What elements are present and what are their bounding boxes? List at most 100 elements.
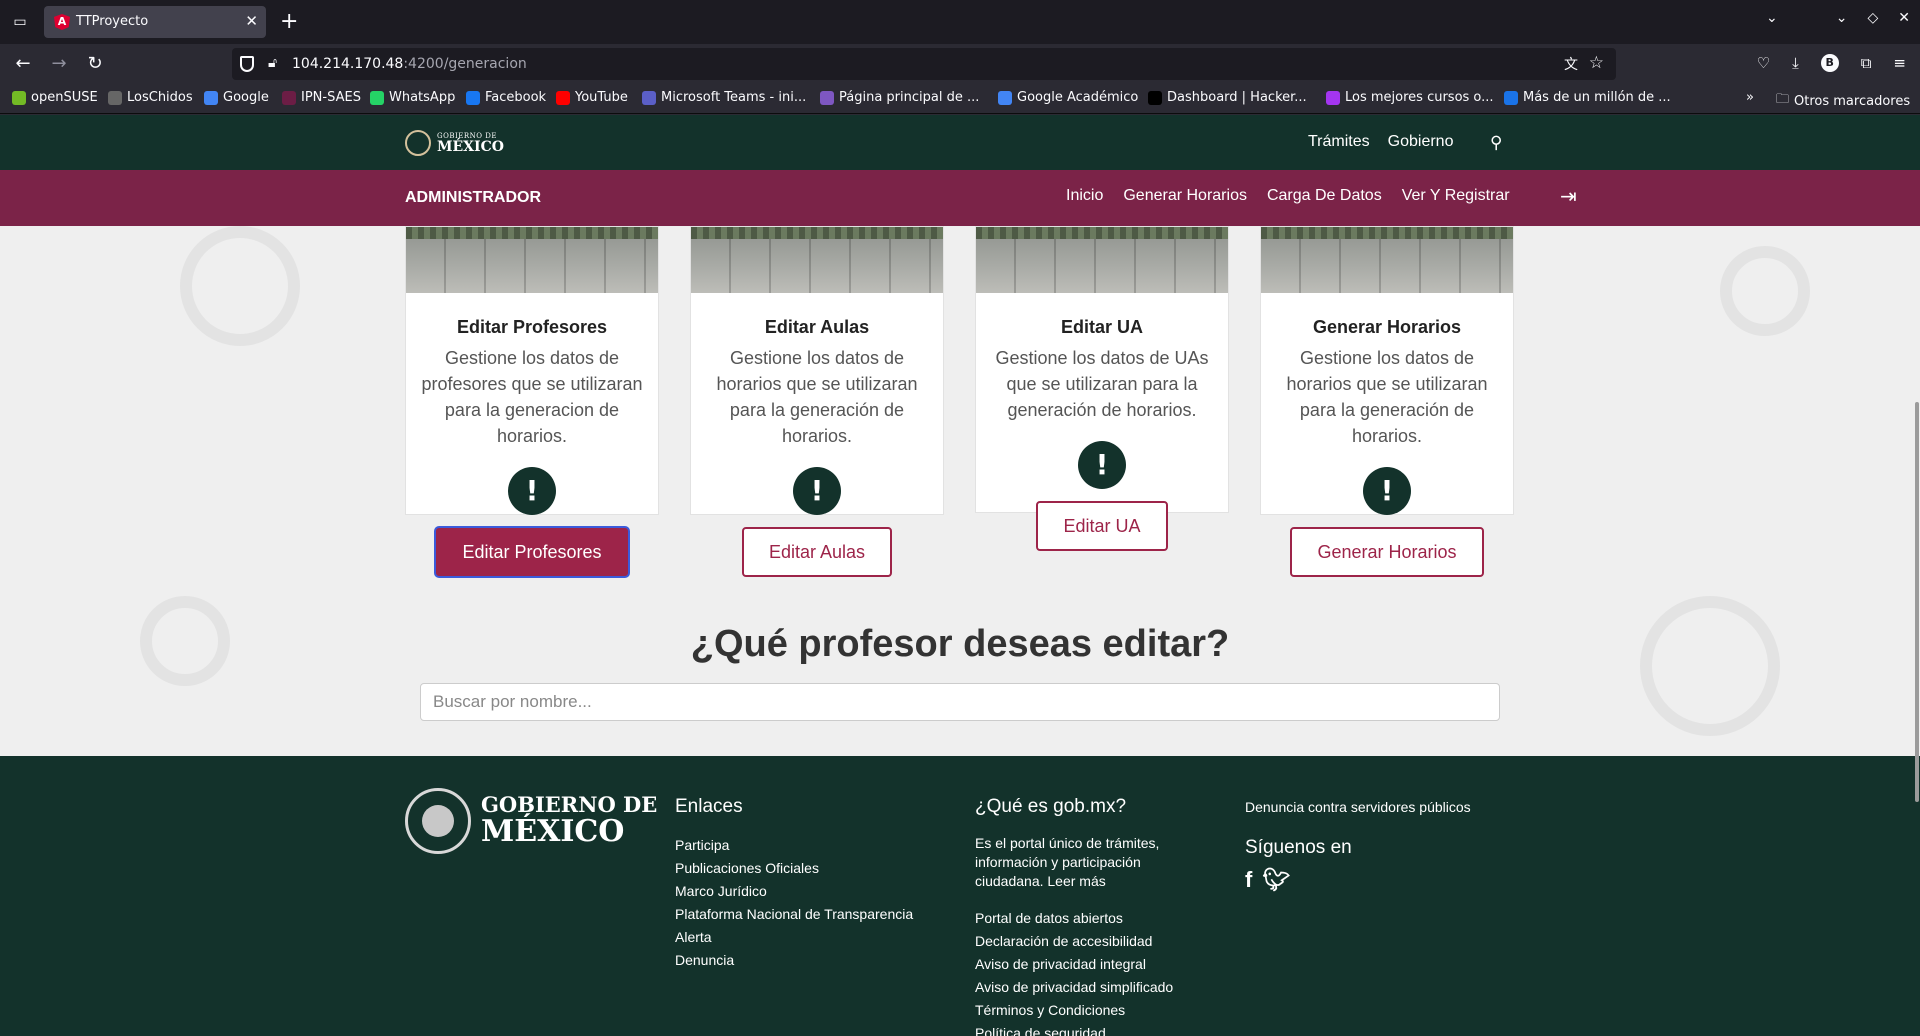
bookmark-favicon-icon — [642, 90, 656, 105]
tab-overflow-chevron-icon[interactable]: ⌄ — [1766, 10, 1778, 26]
footer-link[interactable]: Participa — [675, 834, 913, 857]
scrollbar-thumb[interactable] — [1915, 402, 1919, 802]
footer-link[interactable]: Política de seguridad — [975, 1022, 1195, 1036]
browser-tab-bar: ▭ A TTProyecto ✕ + ⌄ ⌄ ◇ ✕ — [0, 0, 1920, 44]
bookmark-label: Dashboard | Hacker... — [1167, 90, 1307, 105]
reload-icon[interactable]: ↻ — [84, 53, 106, 75]
footer-link[interactable]: Términos y Condiciones — [975, 999, 1195, 1022]
logout-icon[interactable]: ⇥ — [1560, 184, 1577, 208]
bookmark-favicon-icon — [370, 90, 384, 105]
admin-nav: Inicio Generar Horarios Carga De Datos V… — [1066, 187, 1510, 205]
exclamation-icon: ! — [508, 467, 556, 515]
nav-generar-horarios[interactable]: Generar Horarios — [1123, 187, 1247, 205]
bookmark-favicon-icon — [204, 90, 218, 105]
extensions-icon[interactable]: ⧉ — [1861, 54, 1872, 72]
bookmark-label: Más de un millón de ... — [1523, 90, 1671, 105]
close-tab-icon[interactable]: ✕ — [245, 12, 258, 30]
page-scrollbar[interactable] — [1912, 115, 1920, 1036]
new-tab-icon[interactable]: + — [280, 8, 298, 36]
bookmark-item[interactable]: Microsoft Teams - ini... — [642, 90, 806, 105]
tab-list-icon[interactable]: ▭ — [10, 12, 30, 32]
translate-icon[interactable]: 文 — [1564, 54, 1578, 74]
card-image — [691, 227, 943, 293]
facebook-icon[interactable]: f — [1245, 867, 1252, 893]
footer-link[interactable]: Declaración de accesibilidad — [975, 930, 1195, 953]
nav-tramites[interactable]: Trámites — [1308, 133, 1370, 151]
nav-gobierno[interactable]: Gobierno — [1388, 133, 1454, 151]
bookmark-item[interactable]: Facebook — [466, 90, 546, 105]
search-professor-input[interactable] — [420, 683, 1500, 721]
downloads-icon[interactable]: ⤓ — [1792, 54, 1799, 72]
account-avatar-icon[interactable]: B — [1820, 54, 1839, 72]
bookmark-favicon-icon — [556, 90, 570, 105]
footer-link[interactable]: Publicaciones Oficiales — [675, 857, 913, 880]
bookmark-item[interactable]: Google Académico — [998, 90, 1138, 105]
footer-link[interactable]: Aviso de privacidad simplificado — [975, 976, 1195, 999]
card-title: Generar Horarios — [1312, 317, 1462, 337]
bookmark-label: LosChidos — [127, 90, 193, 105]
bookmark-item[interactable]: Más de un millón de ... — [1504, 90, 1671, 105]
forward-arrow-icon[interactable]: → — [48, 53, 70, 75]
pocket-icon[interactable]: ♡ — [1757, 54, 1770, 72]
card-image — [976, 227, 1228, 293]
bookmark-item[interactable]: Dashboard | Hacker... — [1148, 90, 1307, 105]
bookmark-item[interactable]: Página principal de ... — [820, 90, 979, 105]
footer-link[interactable]: Denuncia — [675, 949, 913, 972]
menu-icon[interactable]: ≡ — [1893, 54, 1906, 72]
bookmark-favicon-icon — [282, 90, 296, 105]
card-text: Gestione los datos de profesores que se … — [421, 348, 643, 446]
nav-inicio[interactable]: Inicio — [1066, 187, 1103, 205]
card-text: Gestione los datos de horarios que se ut… — [716, 348, 918, 446]
footer-denuncia-link[interactable]: Denuncia contra servidores públicos — [1245, 796, 1471, 819]
admin-bar: ADMINISTRADOR Inicio Generar Horarios Ca… — [0, 170, 1920, 226]
bookmark-label: WhatsApp — [389, 90, 456, 105]
editar-ua-button[interactable]: Editar UA — [1036, 501, 1168, 551]
editar-aulas-button[interactable]: Editar Aulas — [741, 527, 893, 577]
nav-ver-y-registrar[interactable]: Ver Y Registrar — [1402, 187, 1510, 205]
close-window-icon[interactable]: ✕ — [1898, 10, 1910, 26]
bookmark-item[interactable]: IPN-SAES — [282, 90, 361, 105]
footer-link[interactable]: Portal de datos abiertos — [975, 907, 1195, 930]
search-icon[interactable]: ⚲ — [1490, 133, 1502, 153]
minimize-icon[interactable]: ⌄ — [1836, 10, 1848, 26]
footer-que-es-title: ¿Qué es gob.mx? — [975, 796, 1127, 817]
bookmark-star-icon[interactable]: ☆ — [1589, 53, 1604, 73]
card-generar-horarios: Generar Horarios Gestione los datos de h… — [1260, 226, 1514, 577]
bookmark-item[interactable]: WhatsApp — [370, 90, 455, 105]
bookmark-item[interactable]: YouTube — [556, 90, 628, 105]
bookmark-item[interactable]: Los mejores cursos o... — [1326, 90, 1494, 105]
footer-link[interactable]: Alerta — [675, 926, 913, 949]
admin-title[interactable]: ADMINISTRADOR — [405, 189, 541, 207]
bookmark-item[interactable]: LosChidos — [108, 90, 193, 105]
editar-profesores-button[interactable]: Editar Profesores — [434, 526, 630, 578]
footer-link[interactable]: Plataforma Nacional de Transparencia — [675, 903, 913, 926]
url-host: 104.214.170.48 — [292, 56, 404, 72]
bookmark-label: Microsoft Teams - ini... — [661, 90, 807, 105]
footer-que-es: ¿Qué es gob.mx? Es el portal único de tr… — [975, 796, 1195, 1036]
card-title: Editar Profesores — [456, 317, 608, 337]
bookmark-favicon-icon — [1326, 90, 1340, 105]
card-text: Gestione los datos de UAs que se utiliza… — [995, 348, 1209, 420]
browser-tab[interactable]: A TTProyecto ✕ — [44, 6, 266, 38]
twitter-icon[interactable]: 🐦︎ — [1262, 867, 1290, 893]
url-bar[interactable]: 🔓︎ 104.214.170.48:4200/generacion 文 ☆ — [232, 48, 1616, 80]
gob-logo[interactable]: GOBIERNO DE MÉXICO — [405, 130, 504, 156]
exclamation-icon: ! — [1078, 441, 1126, 489]
other-bookmarks-folder[interactable]: 🗀︎ Otros marcadores — [1776, 90, 1910, 112]
footer-que-es-text: Es el portal único de trámites, informac… — [975, 835, 1160, 889]
footer-link[interactable]: Aviso de privacidad integral — [975, 953, 1195, 976]
generar-horarios-button[interactable]: Generar Horarios — [1290, 527, 1484, 577]
insecure-lock-icon[interactable]: 🔓︎ — [268, 55, 277, 71]
tracking-shield-icon[interactable] — [240, 56, 254, 72]
footer-social: Denuncia contra servidores públicos Sígu… — [1245, 796, 1471, 893]
footer-link[interactable]: Marco Jurídico — [675, 880, 913, 903]
gob-header: GOBIERNO DE MÉXICO Trámites Gobierno ⚲ — [0, 115, 1920, 170]
footer-logo[interactable]: GOBIERNO DE MÉXICO — [405, 788, 657, 854]
back-arrow-icon[interactable]: ← — [12, 53, 34, 75]
maximize-icon[interactable]: ◇ — [1867, 10, 1878, 26]
nav-carga-de-datos[interactable]: Carga De Datos — [1267, 187, 1382, 205]
bookmark-item[interactable]: openSUSE — [12, 90, 98, 105]
decorative-gear — [1720, 246, 1810, 336]
bookmarks-overflow-icon[interactable]: » — [1746, 90, 1754, 105]
bookmark-item[interactable]: Google — [204, 90, 269, 105]
